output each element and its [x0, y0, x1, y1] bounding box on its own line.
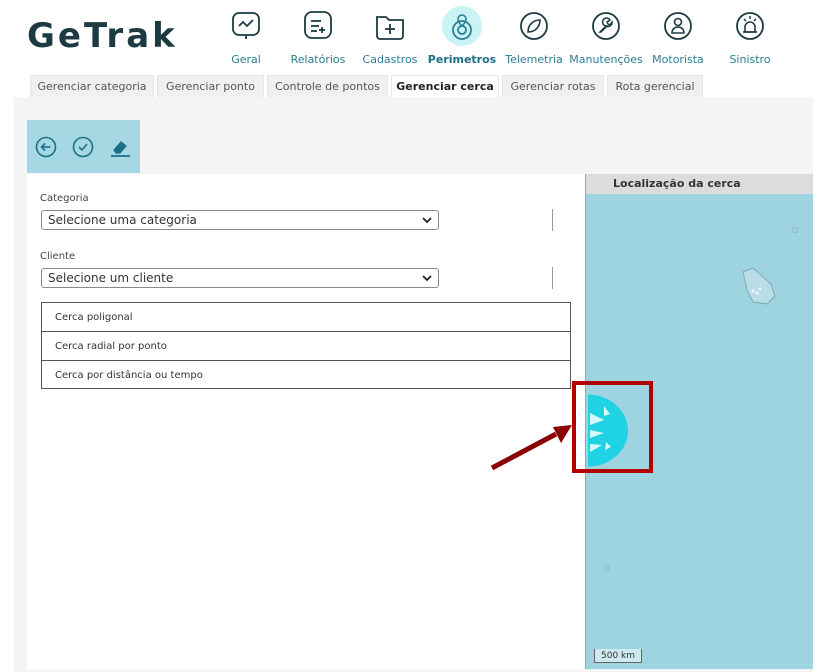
nav-item-motorista[interactable]: Motorista [640, 4, 716, 70]
logo-wordmark: GeTrak [27, 16, 178, 56]
person-icon [664, 12, 692, 40]
nav-item-geral[interactable]: Geral [208, 4, 284, 70]
action-toolbar [27, 120, 140, 173]
nav-item-sinistro[interactable]: Sinistro [712, 4, 788, 70]
nav-label: Sinistro [729, 53, 771, 66]
fence-type-radial[interactable]: Cerca radial por ponto [42, 332, 570, 361]
tab-rota-gerencial[interactable]: Rota gerencial [607, 75, 703, 97]
map-title: Localização da cerca [586, 174, 813, 194]
logo-text: GeTrak [27, 16, 178, 54]
wrench-icon [592, 12, 620, 40]
nav-label: Motorista [652, 53, 704, 66]
category-label: Categoria [40, 193, 89, 204]
nav-label: Telemetria [505, 53, 563, 66]
arrow-left-icon[interactable] [35, 136, 57, 158]
list-add-icon [304, 11, 332, 39]
nav-label: Geral [231, 53, 261, 66]
nav-label: Cadastros [362, 53, 418, 66]
map-island [604, 565, 610, 571]
map-island [792, 227, 798, 233]
map-fence-shape[interactable] [588, 394, 628, 467]
nav-item-relatorios[interactable]: Relatórios [280, 4, 356, 70]
nav-item-telemetria[interactable]: Telemetria [496, 4, 572, 70]
chart-line-icon [232, 12, 260, 39]
tab-gerenciar-ponto[interactable]: Gerenciar ponto [157, 75, 264, 97]
nav-label: Manutenções [569, 53, 643, 66]
fence-type-list: Cerca poligonal Cerca radial por ponto C… [41, 302, 571, 389]
chevron-down-icon [422, 217, 432, 224]
nav-item-perimetros[interactable]: Perimetros [424, 4, 500, 70]
map-scale: 500 km [594, 649, 642, 663]
fence-map[interactable]: Localização da cerca 500 km [585, 174, 813, 669]
tab-gerenciar-categoria[interactable]: Gerenciar categoria [30, 75, 154, 97]
divider [552, 267, 553, 289]
eraser-icon[interactable] [109, 136, 131, 158]
getrak-logo[interactable]: GeTrak [27, 14, 212, 56]
fence-type-polygonal[interactable]: Cerca poligonal [42, 303, 570, 332]
tab-controle-de-pontos[interactable]: Controle de pontos [267, 75, 388, 97]
tab-gerenciar-rotas[interactable]: Gerenciar rotas [502, 75, 604, 97]
app-page: GeTrak Geral Relatórios Cadastros Perime… [0, 0, 813, 672]
map-dot [758, 287, 762, 291]
alarm-icon [736, 12, 764, 40]
nav-label: Relatórios [290, 53, 346, 66]
map-canvas[interactable] [586, 194, 813, 669]
category-select-value: Selecione uma categoria [48, 213, 197, 227]
tab-gerenciar-cerca[interactable]: Gerenciar cerca [391, 75, 499, 97]
fence-type-distance-time[interactable]: Cerca por distância ou tempo [42, 361, 570, 390]
divider [552, 209, 553, 231]
map-landmass [742, 267, 776, 305]
map-dot [755, 291, 759, 295]
map-dot [751, 289, 755, 293]
folder-plus-icon [376, 16, 404, 40]
client-select[interactable]: Selecione um cliente [41, 268, 439, 288]
nav-item-manutencoes[interactable]: Manutenções [568, 4, 644, 70]
fence-form-panel [27, 174, 585, 669]
nav-label: Perimetros [427, 53, 497, 66]
nav-item-cadastros[interactable]: Cadastros [352, 4, 428, 70]
chevron-down-icon [422, 275, 432, 282]
client-select-value: Selecione um cliente [48, 271, 174, 285]
client-label: Cliente [40, 251, 76, 262]
location-pin-icon [442, 6, 482, 46]
check-icon[interactable] [72, 136, 94, 158]
category-select[interactable]: Selecione uma categoria [41, 210, 439, 230]
leaf-icon [520, 12, 548, 40]
